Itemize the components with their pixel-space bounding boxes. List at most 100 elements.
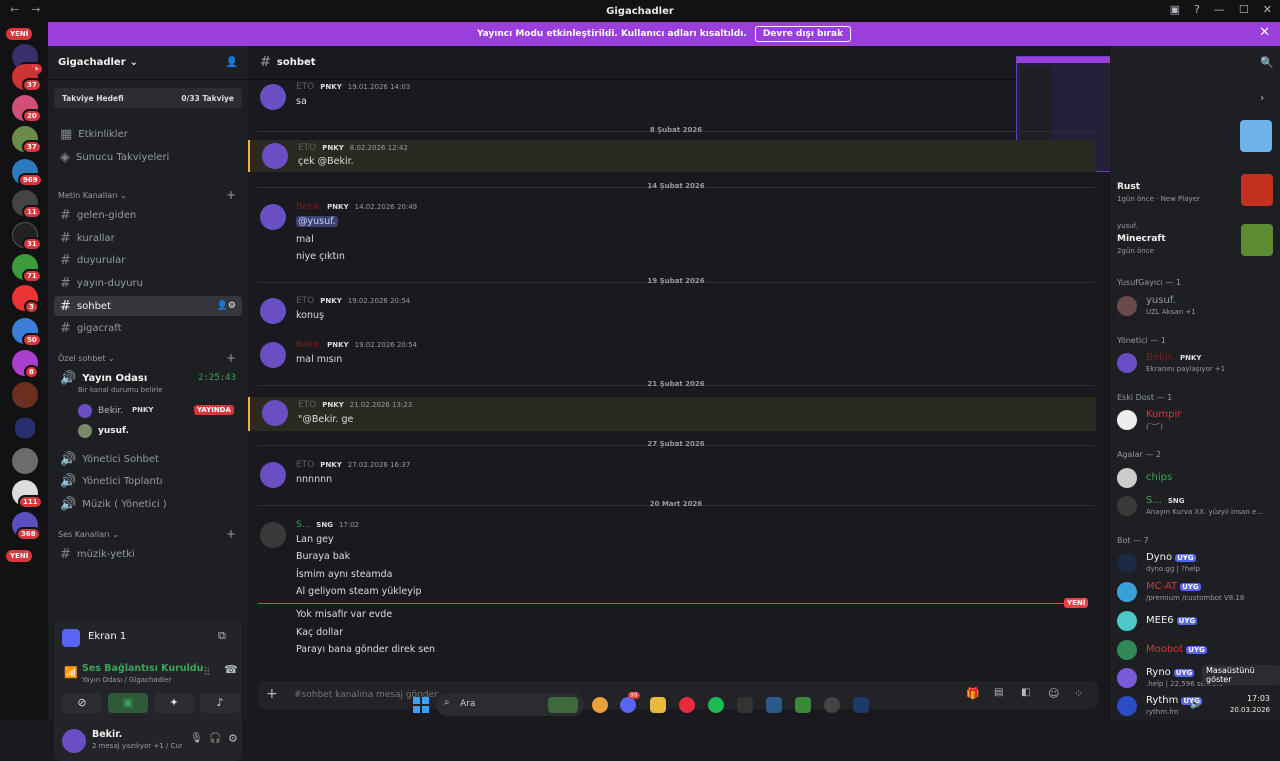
folder-icon[interactable] [650,697,666,713]
message[interactable]: ETO PNKY 19.01.2026 14:03 sa [248,82,1096,112]
search-icon[interactable]: 🔍 [1260,56,1274,69]
activity-card[interactable]: yusuf. Minecraft 2gün önce [1117,222,1277,258]
camera-button[interactable]: ⊘ [62,693,102,713]
author[interactable]: ETO [296,82,314,92]
channel-yonetici-toplanti[interactable]: 🔊 Yönetici Toplantı [54,471,242,491]
gif-icon[interactable]: ▤ [994,687,1003,698]
voice-user[interactable]: yusuf. [78,422,242,440]
category-text[interactable]: Metin Kanalları ⌄ + [58,188,236,202]
activity-button[interactable]: ✦ [154,693,194,713]
steam-client-icon[interactable] [853,697,869,713]
channel-gigacraft[interactable]: # gigacraft [54,318,242,338]
obs-icon[interactable] [824,697,840,713]
avatar[interactable] [260,204,286,230]
add-channel-icon[interactable]: + [226,527,236,541]
channel-muzik-yonetici[interactable]: 🔊 Müzik ( Yönetici ) [54,494,242,514]
voice-channel-yayin-odasi[interactable]: 🔊 Yayın Odası 2:25:43 [54,368,242,388]
epic-games-icon[interactable] [737,697,753,713]
window-controls[interactable]: ▣? — ☐ ✕ [1170,3,1272,16]
member-item[interactable]: Kumpir ( ̄︶ ̄) [1117,408,1277,434]
author[interactable]: Bekir. [296,202,321,212]
chevron-right-icon[interactable]: › [1260,91,1264,104]
server-icon[interactable] [12,382,38,408]
channel-yonetici-sohbet[interactable]: 🔊 Yönetici Sohbet [54,449,242,469]
category-private[interactable]: Özel sohbet ⌄ + [58,351,236,365]
boost-goal[interactable]: Takviye Hedefi 0/33 Takviye [54,88,242,108]
member-item[interactable]: MC-AT UYG/premium /custombot V8.18 [1117,580,1277,606]
media-player-icon[interactable] [679,697,695,713]
connection-location[interactable]: Yayın Odası / Gigachadler [82,676,171,684]
minecraft-launcher-icon[interactable] [795,697,811,713]
avatar[interactable] [260,298,286,324]
avatar[interactable] [260,462,286,488]
avatar[interactable] [260,522,286,548]
category-voice[interactable]: Ses Kanalları ⌄ + [58,527,236,541]
member-item[interactable]: MEE6 UYG [1117,609,1277,635]
channel-gelen-giden[interactable]: # gelen-giden [54,205,242,225]
gear-icon[interactable]: ⚙ [228,732,238,745]
channel-muzik-yetki[interactable]: # müzik-yetki [54,544,242,564]
add-user-icon[interactable]: 👤 [226,57,238,68]
gift-icon[interactable]: 🎁 [966,687,980,700]
windows-start-icon[interactable] [412,696,430,714]
voice-user[interactable]: Bekir. PNKY YAYINDA [78,402,242,420]
spotify-icon[interactable] [708,697,724,713]
clock-date[interactable]: 20.03.2026 [1224,706,1270,714]
maximize-button[interactable]: ☐ [1239,3,1249,16]
clock-time[interactable]: 17:03 [1228,694,1270,703]
add-channel-icon[interactable]: + [226,188,236,202]
headphones-icon[interactable]: 🎧 [209,733,221,744]
author[interactable]: ETO [298,400,316,410]
help-icon[interactable]: ? [1194,3,1200,16]
minimize-button[interactable]: — [1214,3,1225,16]
message[interactable]: ETO PNKY 19.02.2026 20:54 konuş [248,296,1096,326]
member-item[interactable]: S... SNG Anayın Kurva XX. yüzyıl insan e..… [1117,494,1277,520]
disconnect-icon[interactable]: ☎ [224,663,238,676]
avatar[interactable] [262,400,288,426]
avatar[interactable] [260,84,286,110]
message[interactable]: ETO PNKY 8.02.2026 12:42 çek @Bekir. [248,140,1096,172]
soundboard-button[interactable]: ♪ [200,693,240,713]
message[interactable]: Bekir. PNKY 19.02.2026 20:54 mal mısın [248,340,1096,370]
member-item[interactable]: yusuf. UZL Aksan +1 [1117,294,1277,320]
close-button[interactable]: ✕ [1263,3,1272,16]
connection-status[interactable]: Ses Bağlantısı Kuruldu [82,663,203,674]
nav-arrows-icon[interactable]: ←→ [10,3,52,16]
steam-icon[interactable] [766,697,782,713]
activity-card[interactable]: Rust 1gün önce · New Player [1117,174,1277,208]
message[interactable]: ETO PNKY 27.02.2026 16:37 nnnnnn [248,460,1096,490]
author[interactable]: S... [296,520,310,530]
member-item[interactable]: Moobot UYG [1117,638,1277,664]
inbox-icon[interactable]: ▣ [1170,3,1180,16]
message[interactable]: S... SNG 17:02 Lan gey Buraya bak İsmim ay… [248,520,1096,660]
sticker-icon[interactable]: ◧ [1021,687,1030,698]
server-icon[interactable] [12,448,38,474]
popout-icon[interactable]: ⧉ [218,629,226,643]
member-item[interactable]: Dyno UYG dyno.gg | ?help [1117,551,1277,577]
channel-status[interactable]: Bir kanal durumu belirle [78,386,162,394]
author[interactable]: Bekir. [296,340,321,350]
author[interactable]: ETO [296,460,314,470]
close-icon[interactable]: ✕ [1259,25,1270,40]
emoji-icon[interactable]: ☺ [1048,687,1059,700]
taskbar-search[interactable]: ⌕ Ara [436,694,584,716]
apps-icon[interactable]: ⁘ [1074,687,1083,700]
volume-icon[interactable]: 🔊 [1190,700,1201,710]
channel-duyurular[interactable]: # duyurular [54,250,242,270]
server-header[interactable]: Gigachadler ⌄ 👤 [48,46,248,80]
channel-kurallar[interactable]: # kurallar [54,228,242,248]
settings-icon[interactable]: 👤⚙ [217,301,236,311]
author[interactable]: ETO [298,143,316,153]
chrome-icon[interactable] [592,697,608,713]
mention[interactable]: @yusuf. [296,216,338,227]
channel-yayin-duyuru[interactable]: # yayın-duyuru [54,273,242,293]
message[interactable]: Bekir. PNKY 14.02.2026 20:49 @yusuf. mal n… [248,202,1096,264]
soundboard-icon[interactable]: ⫶⫶ [204,665,210,679]
microphone-icon[interactable]: 🎙 [190,733,203,744]
folder-icon[interactable] [15,418,35,438]
avatar[interactable] [260,342,286,368]
add-attachment-icon[interactable]: + [266,686,278,702]
member-item[interactable]: chips [1117,466,1277,492]
author[interactable]: ETO [296,296,314,306]
disable-button[interactable]: Devre dışı bırak [754,26,852,42]
